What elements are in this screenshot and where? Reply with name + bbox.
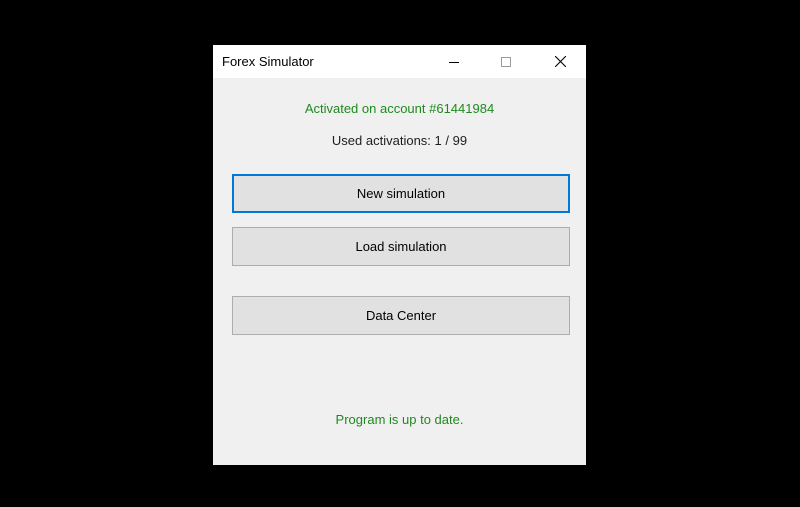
new-simulation-button[interactable]: New simulation <box>232 174 570 213</box>
main-panel: Activated on account #61441984 Used acti… <box>213 78 586 465</box>
window-title: Forex Simulator <box>222 54 314 69</box>
forex-simulator-window: Forex Simulator Activated on account #61… <box>213 45 586 465</box>
close-button[interactable] <box>535 45 586 78</box>
update-status-label: Program is up to date. <box>335 412 464 427</box>
load-simulation-button[interactable]: Load simulation <box>232 227 570 266</box>
minimize-icon <box>449 61 459 63</box>
maximize-button[interactable] <box>483 45 529 78</box>
data-center-button[interactable]: Data Center <box>232 296 570 335</box>
activation-status-label: Activated on account #61441984 <box>304 101 495 116</box>
close-icon <box>555 56 566 67</box>
minimize-button[interactable] <box>431 45 477 78</box>
title-bar[interactable]: Forex Simulator <box>213 45 586 78</box>
maximize-icon <box>501 56 511 67</box>
used-activations-label: Used activations: 1 / 99 <box>331 133 468 148</box>
